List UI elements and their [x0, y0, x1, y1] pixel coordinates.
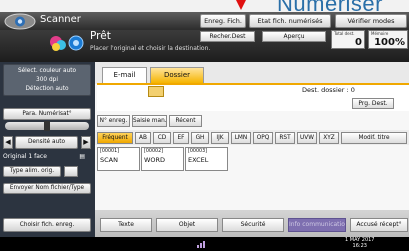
destination-number: [00002]: [144, 149, 164, 154]
counter-label: Total dest.: [334, 31, 355, 36]
signal-indicator-icon: [197, 241, 205, 248]
document-icon: ▤: [79, 153, 85, 160]
scanner-logo-icon: [4, 13, 36, 30]
status-message: Prêt: [90, 30, 111, 42]
index-gh[interactable]: GH: [191, 132, 209, 144]
feed-orientation-icon[interactable]: [64, 166, 78, 177]
destination-entry[interactable]: [00003] EXCEL: [185, 147, 228, 171]
object-button[interactable]: Objet: [156, 218, 218, 232]
status-instruction: Placer l'original et choisir la destinat…: [90, 45, 211, 52]
tab-email[interactable]: E-mail: [102, 67, 147, 83]
recent-button[interactable]: Récent: [169, 115, 202, 127]
search-destination-button[interactable]: Recher.Dest: [200, 31, 255, 42]
destination-name: WORD: [144, 156, 166, 164]
time-label: 16:23: [352, 243, 367, 249]
index-opq[interactable]: OPQ: [253, 132, 273, 144]
status-icon: [50, 35, 84, 51]
program-destination-button[interactable]: Prg. Dest.: [352, 98, 394, 109]
feed-type-label: Type alim. orig.: [9, 168, 55, 174]
memory-value: 100%: [374, 37, 405, 48]
date-time: 1 MAY 2017 16:23: [345, 237, 375, 249]
auto-density-button[interactable]: Densité auto: [15, 136, 78, 149]
send-filename-button[interactable]: Envoyer Nom fichier/Type: [3, 183, 91, 194]
counter-value: 0: [355, 37, 362, 48]
detection-label: Détection auto: [25, 86, 69, 92]
density-increase-icon[interactable]: ▶: [81, 136, 91, 149]
receipt-notice-button[interactable]: Accusé récept°: [350, 218, 408, 232]
folder-destination-count: Dest. dossier : 0: [302, 86, 355, 94]
index-ef[interactable]: EF: [173, 132, 189, 144]
original-feed-type-button[interactable]: Type alim. orig.: [3, 166, 61, 177]
memory-label: Mémoire: [371, 31, 389, 36]
subject-text-button[interactable]: Texte: [100, 218, 152, 232]
index-rst[interactable]: RST: [275, 132, 295, 144]
color-settings-button[interactable]: Sélect. couleur auto 300 dpi Détection a…: [3, 64, 91, 96]
total-destinations-counter: Total dest. 0: [331, 30, 365, 49]
scanned-files-status-button[interactable]: Etat fich. numérisés: [249, 14, 331, 28]
communication-info-button[interactable]: Info communication: [288, 218, 346, 232]
choose-stored-file-button[interactable]: Choisir fich. enreg.: [3, 218, 91, 232]
preview-button[interactable]: Aperçu: [262, 31, 326, 42]
destination-number: [00003]: [188, 149, 208, 154]
index-uvw[interactable]: UVW: [297, 132, 317, 144]
index-lmn[interactable]: LMN: [231, 132, 251, 144]
index-cd[interactable]: CD: [153, 132, 171, 144]
manual-entry-button[interactable]: Saisie man.: [132, 115, 167, 127]
original-one-side-label: Original 1 face ▤: [3, 153, 91, 163]
destination-entry[interactable]: [00002] WORD: [141, 147, 184, 171]
destination-entry[interactable]: [00001] SCAN: [97, 147, 140, 171]
index-xyz[interactable]: XYZ: [319, 132, 339, 144]
color-mode-label: Sélect. couleur auto: [17, 68, 77, 74]
index-frequent[interactable]: Fréquent: [97, 132, 133, 144]
destination-number: [00001]: [100, 149, 120, 154]
save-file-button[interactable]: Enreg. Fich.: [200, 14, 246, 28]
destination-name: EXCEL: [188, 156, 209, 164]
arrow-pointer-icon: [235, 0, 247, 10]
density-slider-handle[interactable]: [44, 121, 50, 131]
tab-folder[interactable]: Dossier: [150, 67, 204, 83]
security-button[interactable]: Sécurité: [222, 218, 284, 232]
destination-name: SCAN: [100, 156, 118, 164]
index-ab[interactable]: AB: [135, 132, 151, 144]
edit-title-button[interactable]: Modif. titre: [341, 132, 407, 144]
memory-counter: Mémoire 100%: [368, 30, 408, 49]
density-decrease-icon[interactable]: ◀: [3, 136, 13, 149]
check-modes-button[interactable]: Vérifier modes: [335, 14, 407, 28]
folder-icon: [148, 86, 164, 97]
app-name: Scanner: [40, 14, 81, 25]
resolution-label: 300 dpi: [36, 77, 58, 83]
registration-number-button[interactable]: N° enreg.: [97, 115, 130, 127]
original-side-text: Original 1 face: [3, 153, 47, 160]
index-ijk[interactable]: IJK: [211, 132, 229, 144]
scan-parameters-button[interactable]: Para. Numérisat°: [3, 108, 91, 120]
